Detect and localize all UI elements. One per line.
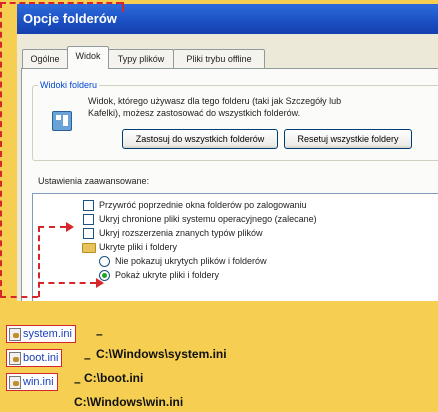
folder-views-label: Widoki folderu xyxy=(38,80,100,90)
folder-views-description-2: Kafelki), możesz zastosować do wszystkic… xyxy=(88,108,301,118)
list-item: Ukryj chronione pliki systemu operacyjne… xyxy=(99,214,317,224)
dont-show-hidden-radio[interactable] xyxy=(99,256,110,267)
tab-view[interactable]: Widok xyxy=(67,46,109,69)
file-name: system.ini xyxy=(23,328,72,340)
list-item: Pokaż ukryte pliki i foldery xyxy=(115,270,220,280)
hide-protected-files-checkbox[interactable] xyxy=(83,214,94,225)
tab-general[interactable]: Ogólne xyxy=(22,49,68,68)
folder-view-icon xyxy=(52,111,72,131)
annotation-bottom-line xyxy=(0,296,38,298)
folder-options-window: Opcje folderów Ogólne Widok Typy plików … xyxy=(17,4,438,301)
apply-to-all-folders-button[interactable]: Zastosuj do wszystkich folderów xyxy=(122,129,278,149)
ini-file-icon xyxy=(9,352,21,365)
list-item: Ukryj rozszerzenia znanych typów plików xyxy=(99,228,263,238)
file-name: boot.ini xyxy=(23,352,59,364)
annotation-top-drop xyxy=(122,2,124,12)
folder-views-description-1: Widok, którego używasz dla tego folderu … xyxy=(88,96,342,106)
tab-offline-files[interactable]: Pliki trybu offline xyxy=(173,49,265,68)
folder-icon xyxy=(82,243,96,253)
window-title: Opcje folderów xyxy=(17,4,438,34)
list-item: Przywróć poprzednie okna folderów po zal… xyxy=(99,200,307,210)
annotation-arrow-line-2 xyxy=(38,282,96,284)
tab-file-types[interactable]: Typy plików xyxy=(108,49,174,68)
annotation-arrow-line-1 xyxy=(38,226,66,228)
file-name: win.ini xyxy=(23,376,54,388)
reset-all-folders-button[interactable]: Resetuj wszystkie foldery xyxy=(284,129,412,149)
ini-file-icon xyxy=(9,376,21,389)
ini-file-icon xyxy=(9,328,21,341)
advanced-settings-label: Ustawienia zaawansowane: xyxy=(38,176,150,186)
annotation-arrow-show-hidden xyxy=(96,278,104,288)
annotation-vertical-link xyxy=(38,226,40,297)
hide-extensions-checkbox[interactable] xyxy=(83,228,94,239)
annotation-arrow-extensions xyxy=(66,222,74,232)
annotation-top-line xyxy=(0,2,122,4)
file-chip: boot.ini xyxy=(6,349,63,367)
file-chip: system.ini xyxy=(6,325,76,343)
list-item: Nie pokazuj ukrytych plików i folderów xyxy=(115,256,267,266)
advanced-settings-list[interactable]: Przywróć poprzednie okna folderów po zal… xyxy=(32,193,438,301)
annotation-left-line xyxy=(0,2,2,296)
list-item: Ukryte pliki i foldery xyxy=(99,242,178,252)
restore-windows-checkbox[interactable] xyxy=(83,200,94,211)
file-chip: win.ini xyxy=(6,373,58,391)
view-tab-panel: Widoki folderu Widok, którego używasz dl… xyxy=(21,68,438,301)
file-path: – C:\Windows\win.ini xyxy=(74,375,184,409)
